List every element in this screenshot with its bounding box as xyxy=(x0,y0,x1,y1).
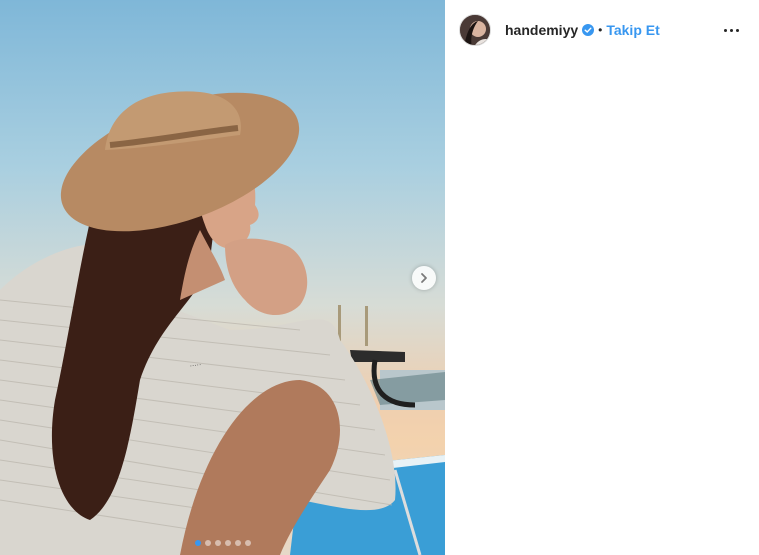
post-photo[interactable]: ····· xyxy=(0,0,445,555)
carousel-dot xyxy=(244,540,251,546)
photo-illustration: ····· xyxy=(0,91,445,555)
carousel-dot xyxy=(224,540,231,546)
carousel-dot xyxy=(234,540,241,546)
avatar-image xyxy=(460,15,490,45)
carousel-indicator xyxy=(0,540,445,546)
avatar[interactable] xyxy=(459,14,491,46)
post-header: handemiyy • Takip Et xyxy=(445,0,759,60)
chevron-right-icon xyxy=(421,273,427,283)
next-photo-button[interactable] xyxy=(412,266,436,290)
username-link[interactable]: handemiyy xyxy=(505,22,578,38)
more-options-icon[interactable] xyxy=(719,18,743,42)
carousel-dot xyxy=(204,540,211,546)
carousel-dot xyxy=(214,540,221,546)
separator-dot: • xyxy=(598,23,603,37)
follow-button[interactable]: Takip Et xyxy=(606,22,659,38)
post: ····· handemiyy • Takip Et xyxy=(0,0,759,555)
carousel-dot xyxy=(194,540,201,546)
verified-badge-icon xyxy=(582,24,595,36)
